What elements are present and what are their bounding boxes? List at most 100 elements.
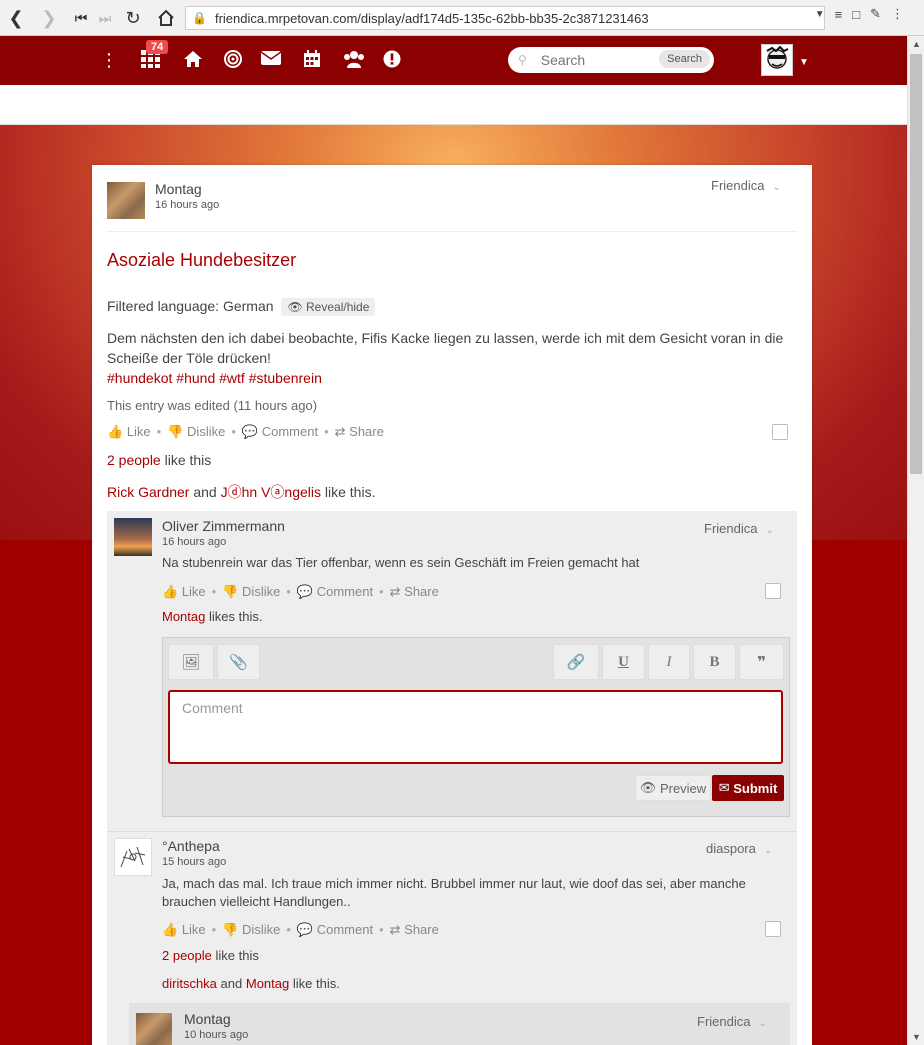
back-icon[interactable]: ❮: [3, 5, 29, 31]
menu-icon[interactable]: ⋮: [891, 6, 904, 22]
hashtag[interactable]: #hund: [176, 370, 215, 386]
quote-button[interactable]: ❞: [739, 644, 784, 680]
post-title[interactable]: Asoziale Hundebesitzer: [107, 250, 296, 271]
liker-link[interactable]: diritschka: [162, 976, 217, 991]
comment-select-checkbox[interactable]: [765, 921, 781, 937]
contacts-icon[interactable]: [343, 50, 365, 73]
like-label: Like: [181, 922, 206, 937]
url-text: friendica.mrpetovan.com/display/adf174d5…: [214, 10, 649, 26]
notifications-alert-icon[interactable]: [383, 50, 401, 73]
like-button[interactable]: 👍 Like: [107, 424, 151, 440]
post-select-checkbox[interactable]: [772, 424, 788, 440]
comment-select-checkbox[interactable]: [765, 583, 781, 599]
underline-button[interactable]: U: [602, 644, 645, 680]
comment-network[interactable]: diaspora ⌄: [706, 841, 772, 856]
post-body: Dem nächsten den ich dabei beobachte, Fi…: [107, 328, 797, 388]
dropdown-icon[interactable]: ▼: [815, 9, 825, 20]
comment-button[interactable]: 💬 Comment: [242, 424, 318, 440]
hashtag[interactable]: #stubenrein: [249, 370, 322, 386]
italic-icon: I: [666, 653, 672, 670]
liker-link[interactable]: Montag: [246, 976, 289, 991]
user-avatar[interactable]: [761, 44, 793, 76]
comment-author-avatar[interactable]: [114, 518, 152, 556]
attach-button[interactable]: 📎: [217, 644, 260, 680]
share-button[interactable]: ⇄ Share: [390, 584, 439, 600]
bold-button[interactable]: B: [693, 644, 736, 680]
more-icon[interactable]: ⋮: [100, 50, 118, 71]
url-bar[interactable]: 🔒 friendica.mrpetovan.com/display/adf174…: [185, 6, 825, 30]
share-button[interactable]: ⇄ Share: [390, 922, 439, 938]
liker-link[interactable]: Rick Gardner: [107, 484, 189, 500]
search-input[interactable]: [540, 52, 661, 68]
post-network[interactable]: Friendica ⌄: [711, 178, 781, 193]
preview-button[interactable]: 👁 Preview: [635, 775, 711, 801]
scrollbar[interactable]: ▲ ▼: [907, 36, 924, 1045]
dislike-button[interactable]: 👎 Dislike: [222, 922, 280, 938]
italic-button[interactable]: I: [648, 644, 690, 680]
calendar-icon[interactable]: [303, 50, 321, 73]
like-button[interactable]: 👍 Like: [162, 584, 206, 600]
home-nav-icon[interactable]: [183, 50, 203, 73]
link-button[interactable]: 🔗: [553, 644, 599, 680]
comment-author[interactable]: °Anthepa: [162, 838, 220, 854]
image-upload-button[interactable]: 🖼: [168, 644, 214, 680]
comment-text: Na stubenrein war das Tier offenbar, wen…: [162, 555, 640, 570]
comment-time[interactable]: 16 hours ago: [162, 536, 226, 548]
post-time[interactable]: 16 hours ago: [155, 199, 219, 211]
comment-time[interactable]: 10 hours ago: [184, 1029, 248, 1041]
comment-author[interactable]: Montag: [184, 1011, 231, 1027]
dislike-button[interactable]: 👎 Dislike: [167, 424, 225, 440]
home-icon[interactable]: [153, 5, 179, 31]
notification-badge: 74: [146, 40, 169, 54]
share-button[interactable]: ⇄ Share: [335, 424, 384, 440]
likers-suffix: like this.: [292, 976, 340, 991]
comment-network[interactable]: Friendica ⌄: [704, 521, 774, 536]
likes-count-link[interactable]: 2 people: [162, 948, 212, 963]
lock-icon: 🔒: [192, 11, 207, 25]
scroll-thumb[interactable]: [910, 54, 922, 474]
comment-author-avatar[interactable]: [114, 838, 152, 876]
comment-network[interactable]: Friendica ⌄: [697, 1014, 767, 1029]
browser-toolbar: ❮ ❯ ⏮ ⏭ ↻ 🔒 friendica.mrpetovan.com/disp…: [0, 0, 924, 36]
and-text: and: [220, 976, 243, 991]
post-author-avatar[interactable]: [107, 182, 145, 219]
mail-icon[interactable]: [260, 50, 282, 71]
user-menu-caret-icon[interactable]: ▼: [799, 57, 809, 68]
comment-textarea[interactable]: Comment: [168, 690, 783, 764]
bookmark-icon[interactable]: □: [852, 7, 860, 22]
reveal-hide-button[interactable]: 👁 Reveal/hide: [281, 298, 376, 316]
network-icon[interactable]: [224, 50, 242, 73]
last-page-icon[interactable]: ⏭: [92, 5, 118, 31]
comment-author[interactable]: Oliver Zimmermann: [162, 518, 285, 534]
extension-icon[interactable]: ✎: [870, 6, 881, 22]
forward-icon[interactable]: ❯: [36, 5, 62, 31]
comment-author-avatar[interactable]: [136, 1013, 172, 1045]
first-page-icon[interactable]: ⏮: [68, 5, 94, 31]
language-label: Filtered language: German: [107, 298, 274, 314]
top-navbar: ⋮ 74 ⚲ Search ▼: [0, 36, 907, 85]
comment-button[interactable]: 💬 Comment: [297, 584, 373, 600]
comment-time[interactable]: 15 hours ago: [162, 856, 226, 868]
submit-button[interactable]: ✉ Submit: [712, 775, 784, 801]
like-button[interactable]: 👍 Like: [162, 922, 206, 938]
post-card: Montag 16 hours ago Friendica ⌄ Asoziale …: [92, 165, 812, 1045]
like-label: Like: [126, 424, 151, 439]
language-filter: Filtered language: German 👁 Reveal/hide: [107, 298, 376, 316]
like-label: Like: [181, 584, 206, 599]
hashtag[interactable]: #wtf: [219, 370, 245, 386]
liker-link[interactable]: Jⓓhn Vⓐngelis: [221, 484, 321, 500]
scroll-up-icon[interactable]: ▲: [912, 39, 921, 49]
liker-link[interactable]: Montag: [162, 609, 205, 624]
comment-button[interactable]: 💬 Comment: [297, 922, 373, 938]
comment-label: Comment: [261, 424, 319, 439]
search-button[interactable]: Search: [659, 50, 710, 68]
hashtag[interactable]: #hundekot: [107, 370, 172, 386]
reload-icon[interactable]: ↻: [120, 5, 146, 31]
scroll-down-icon[interactable]: ▼: [912, 1032, 921, 1042]
comment-network-label: Friendica: [697, 1014, 751, 1029]
post-author[interactable]: Montag: [155, 181, 202, 197]
comment-editor: 🖼 📎 🔗 U I B ❞ Comment 👁 Preview ✉ Submit: [162, 637, 790, 817]
dislike-button[interactable]: 👎 Dislike: [222, 584, 280, 600]
reader-icon[interactable]: ≡: [835, 7, 843, 22]
likes-count-link[interactable]: 2 people: [107, 452, 161, 468]
